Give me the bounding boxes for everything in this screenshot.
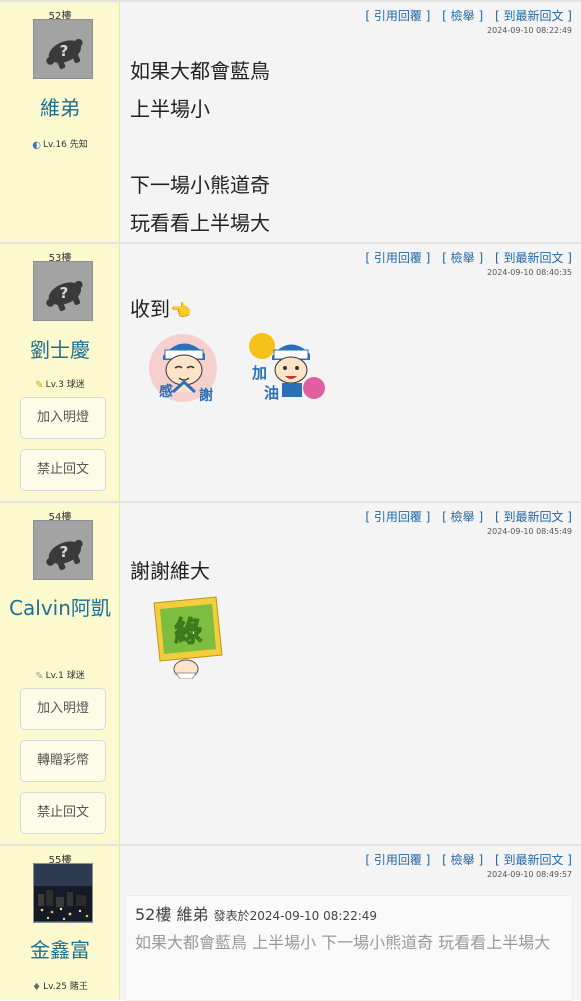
sticker-char: 油 xyxy=(264,384,279,402)
forum-thread: 52樓 ? 維弟 ◐ Lv.16 先知 [引用回覆] [檢舉] [到最… xyxy=(0,0,581,1001)
quote-body: 如果大都會藍鳥 上半場小 下一場小熊道奇 玩看看上半場大 xyxy=(135,933,551,952)
post-time: 2024-09-10 08:40:35 xyxy=(487,268,572,277)
report-link[interactable]: [ 檢舉 ] xyxy=(442,510,483,524)
post-53: 53樓 ? 劉士慶 ✎ Lv.3 球迷 加入明燈 禁止回文 [引用回覆] [… xyxy=(0,242,581,501)
moon-icon: ◐ xyxy=(32,140,41,151)
pencil-icon: ✎ xyxy=(35,380,44,391)
post-content: 謝謝維大 xyxy=(130,552,210,590)
block-reply-button[interactable]: 禁止回文 xyxy=(20,792,106,834)
avatar[interactable]: ? xyxy=(33,520,93,580)
add-bright-lamp-button[interactable]: 加入明燈 xyxy=(20,688,106,730)
avatar[interactable]: ? xyxy=(33,19,93,79)
user-level: ✎ Lv.1 球迷 xyxy=(35,671,85,682)
username[interactable]: Calvin阿凱 xyxy=(0,593,120,624)
user-panel: 53樓 ? 劉士慶 ✎ Lv.3 球迷 加入明燈 禁止回文 xyxy=(0,244,120,501)
username[interactable]: 維弟 xyxy=(0,93,120,124)
content-line: 謝謝維大 xyxy=(130,559,210,583)
pointing-hand-emoji: 👈 xyxy=(170,301,192,321)
quote-reply-link[interactable]: [ 引用回覆 ] xyxy=(365,510,430,524)
diamond-icon: ♦ xyxy=(32,982,42,993)
quoted-post: 52樓 維弟 發表於2024-09-10 08:22:49 如果大都會藍鳥 上半… xyxy=(125,895,573,1001)
post-toolbar: [ 引用回覆 ] [ 檢舉 ] [ 到最新回文 ] xyxy=(357,851,572,868)
latest-reply-link[interactable]: [ 到最新回文 ] xyxy=(495,9,572,23)
sticker-char: 感 xyxy=(159,383,173,400)
latest-reply-link[interactable]: [ 到最新回文 ] xyxy=(495,853,572,867)
cheer-sticker: 加 油 xyxy=(244,326,326,408)
avatar[interactable] xyxy=(33,863,93,923)
latest-reply-link[interactable]: [ 到最新回文 ] xyxy=(495,510,572,524)
post-time: 2024-09-10 08:22:49 xyxy=(487,26,572,35)
svg-text:?: ? xyxy=(60,42,69,60)
post-52: 52樓 ? 維弟 ◐ Lv.16 先知 [引用回覆] [檢舉] [到最… xyxy=(0,0,581,242)
report-link[interactable]: [ 檢舉 ] xyxy=(442,853,483,867)
sticker-char: 謝 xyxy=(199,387,213,404)
user-panel: 52樓 ? 維弟 ◐ Lv.16 先知 xyxy=(0,2,120,242)
green-sign-sticker: 綠 xyxy=(146,593,226,680)
content-line: 如果大都會藍鳥 xyxy=(130,59,270,83)
quote-reply-link[interactable]: [ 引用回覆 ] xyxy=(365,251,430,265)
default-avatar-icon: ? xyxy=(34,262,92,320)
user-panel: 55樓 金鑫富 ♦ Lv.25 賭王 xyxy=(0,846,120,1000)
quote-reply-link[interactable]: [ 引用回覆 ] xyxy=(365,9,430,23)
quote-floor: 52樓 xyxy=(135,905,172,924)
username[interactable]: 劉士慶 xyxy=(0,335,120,366)
pencil-icon: ✎ xyxy=(35,671,44,682)
post-content: 收到👈 xyxy=(130,290,191,330)
post-54: 54樓 ? Calvin阿凱 ✎ Lv.1 球迷 加入明燈 轉贈彩幣 禁止回文 … xyxy=(0,501,581,844)
post-time: 2024-09-10 08:49:57 xyxy=(487,870,572,879)
svg-text:?: ? xyxy=(60,284,69,302)
post-toolbar: [ 引用回覆 ] [ 檢舉 ] [ 到最新回文 ] xyxy=(357,7,572,24)
default-avatar-icon: ? xyxy=(34,20,92,78)
block-reply-button[interactable]: 禁止回文 xyxy=(20,449,106,491)
post-time: 2024-09-10 08:45:49 xyxy=(487,527,572,536)
svg-text:?: ? xyxy=(60,543,69,561)
content-line: 下一場小熊道奇 xyxy=(130,173,270,197)
user-level: ◐ Lv.16 先知 xyxy=(32,140,88,151)
content-line: 玩看看上半場大 xyxy=(130,211,270,235)
quote-meta: 發表於2024-09-10 08:22:49 xyxy=(213,909,378,923)
content-line xyxy=(130,128,270,166)
thanks-sticker: 感 謝 xyxy=(143,326,225,408)
quote-user[interactable]: 維弟 xyxy=(176,905,208,924)
user-level: ✎ Lv.3 球迷 xyxy=(35,380,85,391)
post-content: 如果大都會藍鳥 上半場小 下一場小熊道奇 玩看看上半場大 xyxy=(130,52,270,242)
report-link[interactable]: [ 檢舉 ] xyxy=(442,9,483,23)
user-panel: 54樓 ? Calvin阿凱 ✎ Lv.1 球迷 加入明燈 轉贈彩幣 禁止回文 xyxy=(0,503,120,844)
post-toolbar: [ 引用回覆 ] [ 檢舉 ] [ 到最新回文 ] xyxy=(357,508,572,525)
content-line: 收到 xyxy=(130,297,170,321)
username[interactable]: 金鑫富 xyxy=(0,935,120,966)
add-bright-lamp-button[interactable]: 加入明燈 xyxy=(20,397,106,439)
content-line: 上半場小 xyxy=(130,97,210,121)
sticker-char: 綠 xyxy=(174,615,202,648)
report-link[interactable]: [ 檢舉 ] xyxy=(442,251,483,265)
avatar[interactable]: ? xyxy=(33,261,93,321)
sticker-char: 加 xyxy=(251,364,267,382)
city-night-photo xyxy=(34,864,92,922)
user-level: ♦ Lv.25 賭王 xyxy=(32,982,88,993)
quote-reply-link[interactable]: [ 引用回覆 ] xyxy=(365,853,430,867)
post-55: 55樓 金鑫富 ♦ Lv.25 賭王 [引用回覆] [檢舉] [到最新… xyxy=(0,844,581,1001)
default-avatar-icon: ? xyxy=(34,521,92,579)
gift-coins-button[interactable]: 轉贈彩幣 xyxy=(20,740,106,782)
post-toolbar: [ 引用回覆 ] [ 檢舉 ] [ 到最新回文 ] xyxy=(357,249,572,266)
quote-header: 52樓 維弟 發表於2024-09-10 08:22:49 xyxy=(135,901,377,925)
latest-reply-link[interactable]: [ 到最新回文 ] xyxy=(495,251,572,265)
